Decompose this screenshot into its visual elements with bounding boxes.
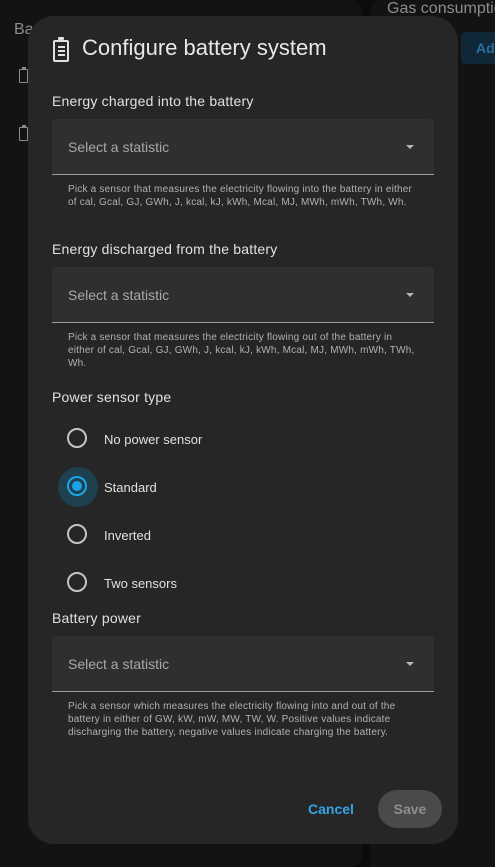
- battery-icon: [52, 37, 70, 63]
- battery-power-label: Battery power: [52, 610, 141, 626]
- battery-power-placeholder: Select a statistic: [68, 656, 170, 672]
- radio-button[interactable]: [67, 428, 87, 448]
- dropdown-arrow-icon: [406, 145, 414, 149]
- radio-no-power-sensor[interactable]: No power sensor: [58, 419, 318, 459]
- energy-charged-helper: Pick a sensor that measures the electric…: [68, 184, 413, 208]
- radio-inverted[interactable]: Inverted: [58, 515, 318, 555]
- energy-charged-label: Energy charged into the battery: [52, 93, 254, 109]
- radio-two-sensors[interactable]: Two sensors: [58, 563, 318, 603]
- energy-charged-placeholder: Select a statistic: [68, 139, 170, 155]
- dialog-title: Configure battery system: [82, 35, 327, 60]
- energy-discharged-label: Energy discharged from the battery: [52, 241, 278, 257]
- radio-selected-dot: [72, 481, 82, 491]
- power-sensor-type-label: Power sensor type: [52, 389, 172, 405]
- radio-label: Two sensors: [104, 576, 177, 591]
- radio-standard[interactable]: Standard: [58, 467, 318, 507]
- energy-discharged-placeholder: Select a statistic: [68, 287, 170, 303]
- dropdown-arrow-icon: [406, 293, 414, 297]
- radio-label: No power sensor: [104, 432, 203, 447]
- energy-discharged-helper: Pick a sensor that measures the electric…: [68, 332, 415, 369]
- save-button[interactable]: Save: [378, 790, 442, 828]
- radio-label: Inverted: [104, 528, 151, 543]
- radio-label: Standard: [104, 480, 157, 495]
- radio-button[interactable]: [67, 572, 87, 592]
- dropdown-arrow-icon: [406, 662, 414, 666]
- battery-power-select[interactable]: Select a statistic: [52, 636, 434, 692]
- configure-battery-dialog: Configure battery system Energy charged …: [28, 16, 458, 844]
- battery-power-helper: Pick a sensor which measures the electri…: [68, 701, 396, 738]
- cancel-button[interactable]: Cancel: [302, 798, 360, 820]
- energy-charged-select[interactable]: Select a statistic: [52, 119, 434, 175]
- energy-discharged-select[interactable]: Select a statistic: [52, 267, 434, 323]
- radio-button[interactable]: [67, 524, 87, 544]
